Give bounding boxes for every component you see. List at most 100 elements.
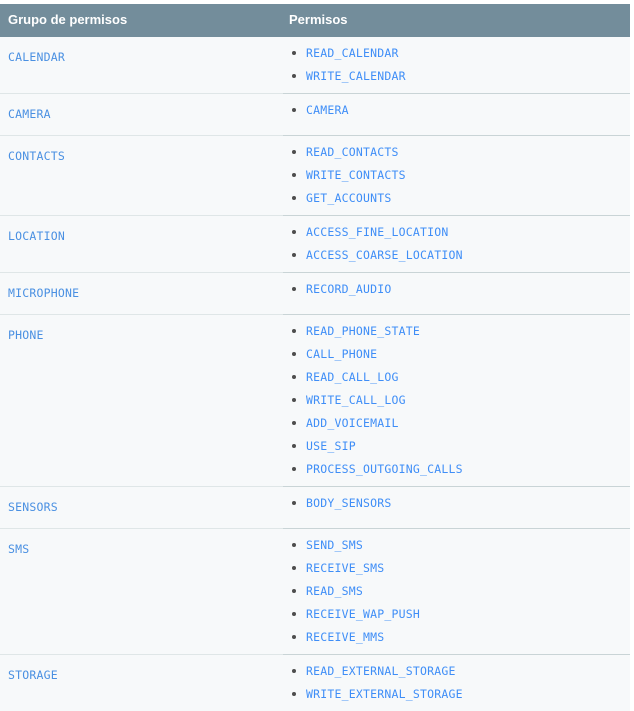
list-item: READ_PHONE_STATE — [289, 325, 624, 337]
table-row: CAMERA CAMERA — [0, 94, 630, 136]
permission-link[interactable]: RECORD_AUDIO — [306, 282, 391, 296]
column-header-permissions: Permisos — [283, 4, 630, 37]
permission-group-link[interactable]: LOCATION — [8, 229, 65, 243]
permission-link[interactable]: READ_PHONE_STATE — [306, 324, 420, 338]
bullet-icon — [292, 543, 296, 547]
permission-list: READ_EXTERNAL_STORAGE WRITE_EXTERNAL_STOR… — [289, 665, 624, 700]
bullet-icon — [292, 398, 296, 402]
permissions-cell: READ_EXTERNAL_STORAGE WRITE_EXTERNAL_STOR… — [283, 655, 630, 711]
permission-link[interactable]: READ_CONTACTS — [306, 145, 399, 159]
bullet-icon — [292, 287, 296, 291]
list-item: ACCESS_COARSE_LOCATION — [289, 249, 624, 261]
bullet-icon — [292, 253, 296, 257]
permission-link[interactable]: READ_EXTERNAL_STORAGE — [306, 664, 456, 678]
permission-group-link[interactable]: SMS — [8, 542, 29, 556]
permission-group-cell: STORAGE — [0, 655, 283, 711]
permission-list: CAMERA — [289, 104, 624, 116]
list-item: READ_CONTACTS — [289, 146, 624, 158]
permission-link[interactable]: WRITE_EXTERNAL_STORAGE — [306, 687, 463, 701]
permission-link[interactable]: SEND_SMS — [306, 538, 363, 552]
bullet-icon — [292, 329, 296, 333]
table-row: SENSORS BODY_SENSORS — [0, 487, 630, 529]
permission-list: READ_CONTACTS WRITE_CONTACTS GET_ACCOUNTS — [289, 146, 624, 204]
permission-group-cell: CALENDAR — [0, 37, 283, 94]
permissions-cell: SEND_SMS RECEIVE_SMS READ_SMS RECEIVE_WAP_P… — [283, 529, 630, 655]
list-item: BODY_SENSORS — [289, 497, 624, 509]
permissions-cell: RECORD_AUDIO — [283, 273, 630, 315]
permission-group-cell: CAMERA — [0, 94, 283, 136]
permissions-cell: ACCESS_FINE_LOCATION ACCESS_COARSE_LOCATI… — [283, 216, 630, 273]
permissions-cell: CAMERA — [283, 94, 630, 136]
permission-link[interactable]: WRITE_CALENDAR — [306, 69, 406, 83]
permission-group-link[interactable]: CALENDAR — [8, 50, 65, 64]
column-header-permission-group: Grupo de permisos — [0, 4, 283, 37]
bullet-icon — [292, 692, 296, 696]
list-item: CAMERA — [289, 104, 624, 116]
permission-link[interactable]: RECEIVE_MMS — [306, 630, 384, 644]
table-row: PHONE READ_PHONE_STATE CALL_PHONE READ_CALL… — [0, 315, 630, 487]
permission-link[interactable]: CALL_PHONE — [306, 347, 377, 361]
permission-link[interactable]: BODY_SENSORS — [306, 496, 391, 510]
permission-group-link[interactable]: CAMERA — [8, 107, 51, 121]
permission-list: RECORD_AUDIO — [289, 283, 624, 295]
list-item: READ_CALENDAR — [289, 47, 624, 59]
permission-link[interactable]: READ_CALL_LOG — [306, 370, 399, 384]
list-item: READ_EXTERNAL_STORAGE — [289, 665, 624, 677]
bullet-icon — [292, 635, 296, 639]
permission-group-cell: PHONE — [0, 315, 283, 487]
bullet-icon — [292, 74, 296, 78]
list-item: READ_SMS — [289, 585, 624, 597]
permission-link[interactable]: READ_CALENDAR — [306, 46, 399, 60]
permission-link[interactable]: PROCESS_OUTGOING_CALLS — [306, 462, 463, 476]
permission-link[interactable]: ACCESS_FINE_LOCATION — [306, 225, 448, 239]
permission-link[interactable]: WRITE_CONTACTS — [306, 168, 406, 182]
permission-link[interactable]: READ_SMS — [306, 584, 363, 598]
bullet-icon — [292, 196, 296, 200]
permission-link[interactable]: GET_ACCOUNTS — [306, 191, 391, 205]
permission-link[interactable]: RECEIVE_WAP_PUSH — [306, 607, 420, 621]
permission-link[interactable]: ACCESS_COARSE_LOCATION — [306, 248, 463, 262]
bullet-icon — [292, 150, 296, 154]
list-item: RECEIVE_WAP_PUSH — [289, 608, 624, 620]
table-header-row: Grupo de permisos Permisos — [0, 4, 630, 37]
table-header: Grupo de permisos Permisos — [0, 4, 630, 37]
bullet-icon — [292, 230, 296, 234]
permission-link[interactable]: WRITE_CALL_LOG — [306, 393, 406, 407]
table-row: STORAGE READ_EXTERNAL_STORAGE WRITE_EXTERN… — [0, 655, 630, 711]
list-item: USE_SIP — [289, 440, 624, 452]
permission-list: ACCESS_FINE_LOCATION ACCESS_COARSE_LOCATI… — [289, 226, 624, 261]
table-body: CALENDAR READ_CALENDAR WRITE_CALENDAR CAMER… — [0, 37, 630, 711]
permission-group-cell: SMS — [0, 529, 283, 655]
permission-group-link[interactable]: STORAGE — [8, 668, 58, 682]
permission-link[interactable]: ADD_VOICEMAIL — [306, 416, 399, 430]
bullet-icon — [292, 501, 296, 505]
list-item: READ_CALL_LOG — [289, 371, 624, 383]
permission-group-cell: SENSORS — [0, 487, 283, 529]
list-item: CALL_PHONE — [289, 348, 624, 360]
permission-group-link[interactable]: PHONE — [8, 328, 44, 342]
permission-list: READ_CALENDAR WRITE_CALENDAR — [289, 47, 624, 82]
list-item: RECEIVE_SMS — [289, 562, 624, 574]
bullet-icon — [292, 108, 296, 112]
table-row: LOCATION ACCESS_FINE_LOCATION ACCESS_COARS… — [0, 216, 630, 273]
permission-list: READ_PHONE_STATE CALL_PHONE READ_CALL_LOG W… — [289, 325, 624, 475]
list-item: WRITE_CALL_LOG — [289, 394, 624, 406]
list-item: GET_ACCOUNTS — [289, 192, 624, 204]
permission-group-link[interactable]: MICROPHONE — [8, 286, 79, 300]
permission-group-link[interactable]: CONTACTS — [8, 149, 65, 163]
permission-link[interactable]: RECEIVE_SMS — [306, 561, 384, 575]
bullet-icon — [292, 173, 296, 177]
bullet-icon — [292, 421, 296, 425]
bullet-icon — [292, 566, 296, 570]
permissions-cell: READ_CALENDAR WRITE_CALENDAR — [283, 37, 630, 94]
permission-group-link[interactable]: SENSORS — [8, 500, 58, 514]
permission-link[interactable]: USE_SIP — [306, 439, 356, 453]
permission-list: SEND_SMS RECEIVE_SMS READ_SMS RECEIVE_WAP_P… — [289, 539, 624, 643]
permissions-page: Grupo de permisos Permisos CALENDAR READ_… — [0, 4, 634, 639]
permissions-cell: BODY_SENSORS — [283, 487, 630, 529]
bullet-icon — [292, 352, 296, 356]
permission-link[interactable]: CAMERA — [306, 103, 349, 117]
table-row: CALENDAR READ_CALENDAR WRITE_CALENDAR — [0, 37, 630, 94]
list-item: PROCESS_OUTGOING_CALLS — [289, 463, 624, 475]
bullet-icon — [292, 669, 296, 673]
